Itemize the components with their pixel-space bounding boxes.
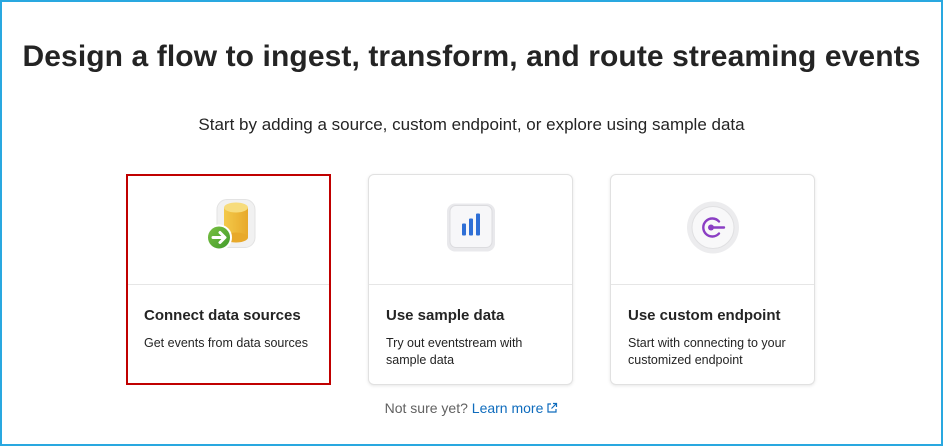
card-description: Get events from data sources bbox=[144, 336, 308, 350]
endpoint-icon bbox=[684, 198, 742, 261]
bar-chart-icon bbox=[443, 199, 499, 260]
card-art bbox=[128, 176, 329, 285]
card-description: Try out eventstream with sample data bbox=[386, 336, 523, 367]
page-title: Design a flow to ingest, transform, and … bbox=[22, 40, 921, 73]
card-title: Use custom endpoint bbox=[628, 307, 781, 324]
card-description: Start with connecting to your customized… bbox=[628, 336, 786, 367]
card-connect-data-sources[interactable]: Connect data sources Get events from dat… bbox=[126, 174, 331, 385]
learn-more-label: Learn more bbox=[471, 400, 544, 416]
external-link-icon bbox=[546, 401, 558, 417]
card-art bbox=[611, 175, 814, 285]
page-frame: Design a flow to ingest, transform, and … bbox=[0, 0, 943, 446]
database-connect-icon bbox=[197, 196, 261, 265]
footer: Not sure yet? Learn more bbox=[2, 400, 941, 417]
card-use-sample-data[interactable]: Use sample data Try out eventstream with… bbox=[368, 174, 573, 385]
card-title: Connect data sources bbox=[144, 307, 301, 324]
footer-prompt: Not sure yet? bbox=[384, 400, 468, 416]
card-title: Use sample data bbox=[386, 307, 505, 324]
card-use-custom-endpoint[interactable]: Use custom endpoint Start with connectin… bbox=[610, 174, 815, 385]
page-subtitle: Start by adding a source, custom endpoin… bbox=[198, 115, 745, 134]
card-art bbox=[369, 175, 572, 285]
learn-more-link[interactable]: Learn more bbox=[472, 400, 559, 416]
